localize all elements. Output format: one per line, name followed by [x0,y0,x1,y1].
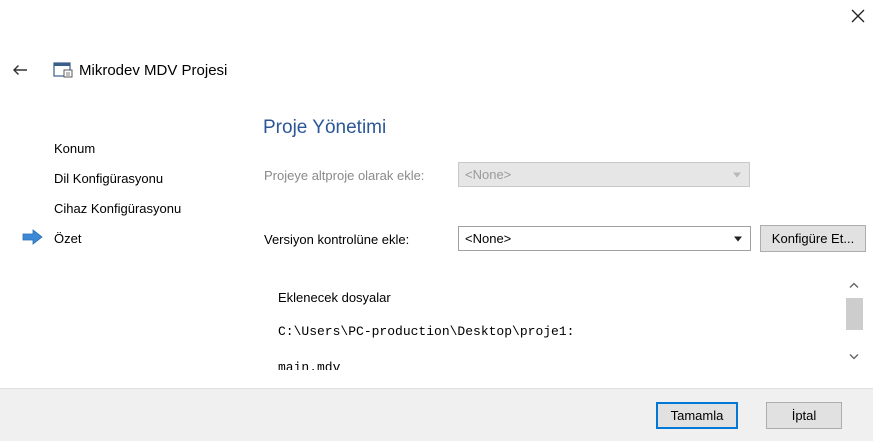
subproject-select-value: <None> [465,167,512,182]
wizard-title: Mikrodev MDV Projesi [79,61,228,79]
scroll-thumb[interactable] [846,298,863,330]
chevron-down-icon [734,236,742,241]
chevron-up-icon [849,282,859,288]
close-icon [851,9,865,23]
chevron-down-icon [733,172,741,177]
version-control-select-value: <None> [465,231,512,246]
cancel-button[interactable]: İptal [766,402,842,429]
nav-step-konum[interactable]: Konum [54,141,95,156]
files-entry: main.mdv [278,360,341,370]
configure-button[interactable]: Konfigüre Et... [760,225,866,252]
subproject-select: <None> [458,162,750,187]
subproject-label: Projeye altproje olarak ekle: [264,168,425,183]
finish-button[interactable]: Tamamla [656,402,738,429]
project-window-icon [53,62,73,78]
nav-step-dil-konfigurasyonu[interactable]: Dil Konfigürasyonu [54,171,163,186]
nav-step-ozet[interactable]: Özet [54,231,81,246]
section-title: Proje Yönetimi [263,117,387,138]
scroll-down-button[interactable] [844,348,864,366]
scroll-up-button[interactable] [844,276,864,294]
nav-step-cihaz-konfigurasyonu[interactable]: Cihaz Konfigürasyonu [54,201,181,216]
close-button[interactable] [846,4,870,28]
version-control-label: Versiyon kontrolüne ekle: [264,232,410,247]
files-to-add-panel: Eklenecek dosyalar C:\Users\PC-productio… [264,274,844,370]
files-path: C:\Users\PC-production\Desktop\proje1: [278,324,575,339]
current-step-arrow-icon [22,229,43,245]
wizard-header: Mikrodev MDV Projesi [10,56,227,84]
version-control-select[interactable]: <None> [458,226,751,251]
back-arrow-icon [13,65,27,75]
files-heading: Eklenecek dosyalar [278,290,391,305]
dialog-footer: Tamamla İptal [0,388,873,441]
back-button[interactable] [10,60,30,80]
files-scrollbar[interactable] [844,274,864,370]
chevron-down-icon [849,354,859,360]
